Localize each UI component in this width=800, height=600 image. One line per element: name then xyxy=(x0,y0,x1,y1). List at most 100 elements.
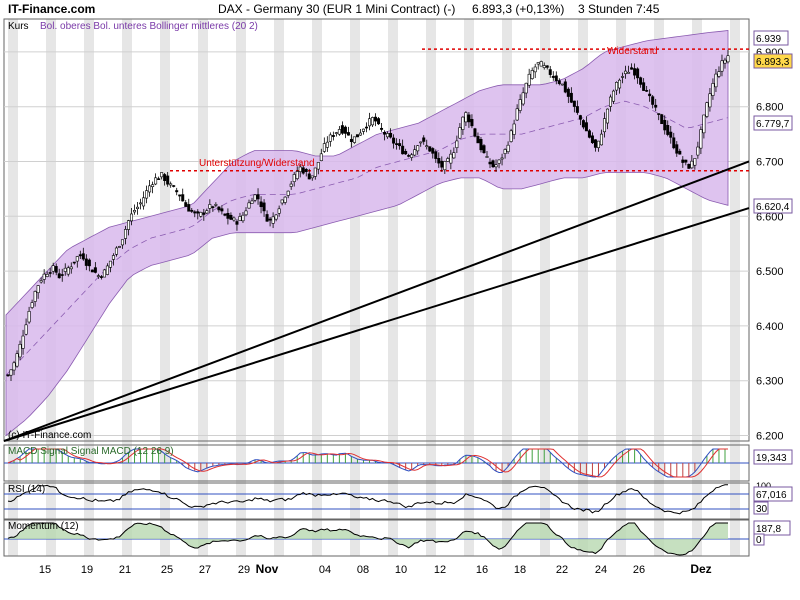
candle-body xyxy=(582,120,584,127)
candle-body xyxy=(233,218,235,220)
candle-body xyxy=(438,158,440,163)
candle-body xyxy=(154,178,156,184)
watermark: (c) IT-Finance.com xyxy=(8,430,91,441)
candle-body xyxy=(368,119,370,126)
candle-body xyxy=(522,93,524,104)
candle-body xyxy=(34,291,36,301)
y-tick-label: 6.500 xyxy=(756,266,784,278)
candle-body xyxy=(215,204,217,205)
date-stripe xyxy=(388,19,398,556)
candle-body xyxy=(350,139,352,141)
candle-body xyxy=(263,203,265,211)
candle-body xyxy=(7,375,9,376)
candle-body xyxy=(667,125,669,134)
candle-body xyxy=(423,138,425,142)
candle-body xyxy=(615,82,617,90)
candle-body xyxy=(546,66,548,68)
candle-body xyxy=(513,124,515,135)
candle-body xyxy=(139,203,141,204)
candle-body xyxy=(462,117,464,129)
candle-body xyxy=(380,128,382,129)
candle-body xyxy=(395,144,397,145)
candle-body xyxy=(401,146,403,154)
candle-body xyxy=(82,254,84,259)
candle-body xyxy=(700,130,702,149)
candle-body xyxy=(579,116,581,120)
candle-body xyxy=(600,134,602,145)
x-tick-label: 27 xyxy=(199,564,211,576)
candle-body xyxy=(673,138,675,148)
candle-body xyxy=(456,141,458,148)
date-stripe xyxy=(312,19,322,556)
candle-body xyxy=(296,171,298,178)
date-stripe xyxy=(198,19,208,556)
candle-body xyxy=(209,204,211,208)
candle-body xyxy=(365,127,367,128)
candle-body xyxy=(227,213,229,218)
rsi-30-tag: 30 xyxy=(756,504,768,515)
candle-body xyxy=(335,133,337,134)
candle-body xyxy=(206,211,208,213)
candle-body xyxy=(670,132,672,137)
candle-body xyxy=(97,276,99,277)
candle-body xyxy=(64,268,66,271)
candle-body xyxy=(25,325,27,334)
x-tick-label: 19 xyxy=(81,564,93,576)
candle-body xyxy=(642,83,644,91)
candle-body xyxy=(176,191,178,192)
candle-body xyxy=(100,277,102,278)
candle-body xyxy=(329,135,331,142)
candle-body xyxy=(537,62,539,64)
candle-body xyxy=(293,174,295,181)
momentum-legend: Momentum (12) xyxy=(8,521,79,532)
candle-body xyxy=(275,215,277,219)
candle-body xyxy=(651,97,653,105)
y-tick-label: 6.300 xyxy=(756,376,784,388)
candle-body xyxy=(691,161,693,168)
candle-body xyxy=(347,132,349,135)
candle-body xyxy=(603,119,605,132)
candle-body xyxy=(160,172,162,176)
candle-body xyxy=(618,80,620,88)
candle-body xyxy=(444,161,446,169)
candle-body xyxy=(682,160,684,163)
candle-body xyxy=(311,176,313,178)
candle-body xyxy=(453,153,455,158)
candle-body xyxy=(133,210,135,212)
candle-body xyxy=(124,229,126,238)
candle-body xyxy=(272,217,274,224)
x-tick-label: 08 xyxy=(357,564,369,576)
date-stripe xyxy=(274,19,284,556)
candle-body xyxy=(558,81,560,84)
candle-body xyxy=(697,147,699,155)
candle-body xyxy=(648,94,650,96)
candle-body xyxy=(703,115,705,133)
candle-body xyxy=(679,151,681,154)
x-tick-label: Nov xyxy=(256,562,279,576)
x-tick-label: 24 xyxy=(595,564,607,576)
candle-body xyxy=(136,207,138,209)
last-price-tag: 6.893,3 xyxy=(756,57,790,68)
candle-body xyxy=(612,91,614,101)
candle-body xyxy=(194,212,196,213)
candle-body xyxy=(516,109,518,120)
candle-body xyxy=(344,127,346,133)
y-tick-label: 6.700 xyxy=(756,156,784,168)
candle-body xyxy=(236,221,238,224)
candle-body xyxy=(127,221,129,230)
candle-body xyxy=(588,131,590,138)
candle-body xyxy=(658,114,660,115)
candle-body xyxy=(19,344,21,357)
candle-body xyxy=(281,200,283,203)
candle-body xyxy=(471,119,473,126)
candle-body xyxy=(239,216,241,220)
candle-body xyxy=(591,136,593,143)
bollinger-legend: Bol. oberes Bol. unteres Bollinger mittl… xyxy=(40,21,258,32)
candle-body xyxy=(371,117,373,124)
candle-body xyxy=(721,61,723,71)
candle-body xyxy=(417,146,419,151)
candle-body xyxy=(573,101,575,107)
x-tick-label: 12 xyxy=(434,564,446,576)
candle-body xyxy=(251,201,253,204)
x-tick-label: Dez xyxy=(690,562,711,576)
